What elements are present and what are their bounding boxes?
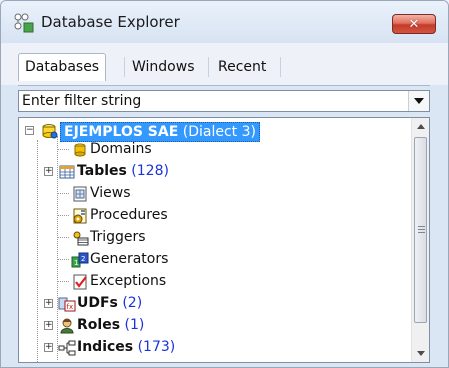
filter-combobox[interactable]: Enter filter string (18, 90, 430, 112)
chevron-down-icon (416, 351, 425, 356)
tree-item-triggers[interactable]: Triggers (19, 227, 409, 249)
database-explorer-window: Database Explorer ✕ Databases Windows Re… (0, 0, 449, 368)
filter-dropdown-button[interactable] (408, 91, 429, 111)
tab-separator (280, 57, 281, 77)
database-explorer-icon (14, 13, 34, 33)
tab-databases-label: Databases (25, 59, 100, 75)
expand-icon[interactable]: + (44, 299, 53, 308)
expand-icon[interactable]: + (44, 343, 53, 352)
close-icon: ✕ (408, 16, 420, 32)
tables-count: (128) (131, 163, 169, 179)
expand-icon[interactable]: + (44, 321, 53, 330)
tree-item-generators[interactable]: 1 2 Generators (19, 249, 409, 271)
tab-windows-label: Windows (132, 59, 195, 75)
triggers-icon (73, 231, 89, 246)
grip-icon (418, 226, 425, 227)
domains-icon (74, 143, 86, 157)
tab-bar: Databases Windows Recent (1, 43, 448, 85)
title-bar[interactable]: Database Explorer ✕ (1, 1, 448, 44)
tree-item-indices-label: Indices (173) (77, 339, 175, 355)
tree-item-generators-label: Generators (90, 251, 169, 267)
tree-item-exceptions[interactable]: Exceptions (19, 271, 409, 293)
roles-count: (1) (124, 317, 145, 333)
tab-recent-label: Recent (218, 59, 267, 75)
tree-item-udfs-label: UDFs (2) (77, 295, 142, 311)
tree-item-tables[interactable]: + Tables (128) (19, 161, 409, 183)
exceptions-icon (73, 274, 87, 290)
tree-item-triggers-label: Triggers (90, 229, 146, 245)
procedures-icon (73, 208, 87, 224)
tree-item-views[interactable]: Views (19, 183, 409, 205)
indices-icon (58, 340, 76, 356)
tree-item-domains[interactable]: Domains (19, 139, 409, 161)
tab-separator (124, 57, 125, 77)
collapse-icon[interactable]: − (25, 126, 34, 135)
svg-text:fx: fx (67, 303, 74, 311)
tables-label: Tables (77, 163, 127, 179)
tables-icon (59, 165, 75, 179)
chevron-down-icon (414, 98, 424, 104)
window-title: Database Explorer (41, 13, 180, 31)
indices-count: (173) (137, 339, 176, 355)
tree-item-views-label: Views (90, 185, 131, 201)
database-dialect: (Dialect 3) (182, 124, 256, 140)
indices-label: Indices (77, 339, 134, 355)
svg-text:1: 1 (74, 259, 78, 267)
tree-item-domains-label: Domains (90, 141, 152, 157)
grip-icon (418, 232, 425, 233)
chevron-up-icon (416, 124, 425, 129)
tree-vertical-scrollbar[interactable] (411, 118, 429, 362)
database-tree[interactable]: − EJEMPLOS SAE (Dialect 3) Domains + Tab… (18, 117, 430, 363)
tab-separator (208, 57, 209, 77)
scrollbar-thumb[interactable] (414, 137, 427, 323)
grip-icon (418, 229, 425, 230)
tab-panel-border (18, 85, 430, 86)
tab-databases[interactable]: Databases (18, 53, 107, 81)
tree-item-procedures[interactable]: Procedures (19, 205, 409, 227)
svg-text:2: 2 (81, 255, 85, 263)
tree-item-procedures-label: Procedures (90, 207, 168, 223)
views-icon (73, 186, 87, 202)
roles-label: Roles (77, 317, 121, 333)
expand-icon[interactable]: + (44, 167, 53, 176)
tab-windows[interactable]: Windows (132, 57, 195, 77)
tree-item-udfs[interactable]: + fx UDFs (2) (19, 293, 409, 315)
tree-item-indices[interactable]: + Indices (173) (19, 337, 409, 359)
tree-item-roles-label: Roles (1) (77, 317, 144, 333)
scroll-up-button[interactable] (412, 118, 429, 135)
udfs-icon: fx (58, 297, 76, 312)
database-icon (42, 124, 58, 139)
close-button[interactable]: ✕ (392, 14, 436, 34)
database-name: EJEMPLOS SAE (64, 124, 179, 140)
roles-icon (60, 318, 74, 334)
tree-item-roles[interactable]: + Roles (1) (19, 315, 409, 337)
udfs-label: UDFs (77, 295, 118, 311)
tree-item-exceptions-label: Exceptions (90, 273, 167, 289)
udfs-count: (2) (122, 295, 143, 311)
scroll-down-button[interactable] (412, 345, 429, 362)
tab-recent[interactable]: Recent (218, 57, 266, 77)
filter-input[interactable]: Enter filter string (22, 93, 141, 109)
generators-icon: 1 2 (71, 252, 89, 268)
tree-item-tables-label: Tables (128) (77, 163, 169, 179)
